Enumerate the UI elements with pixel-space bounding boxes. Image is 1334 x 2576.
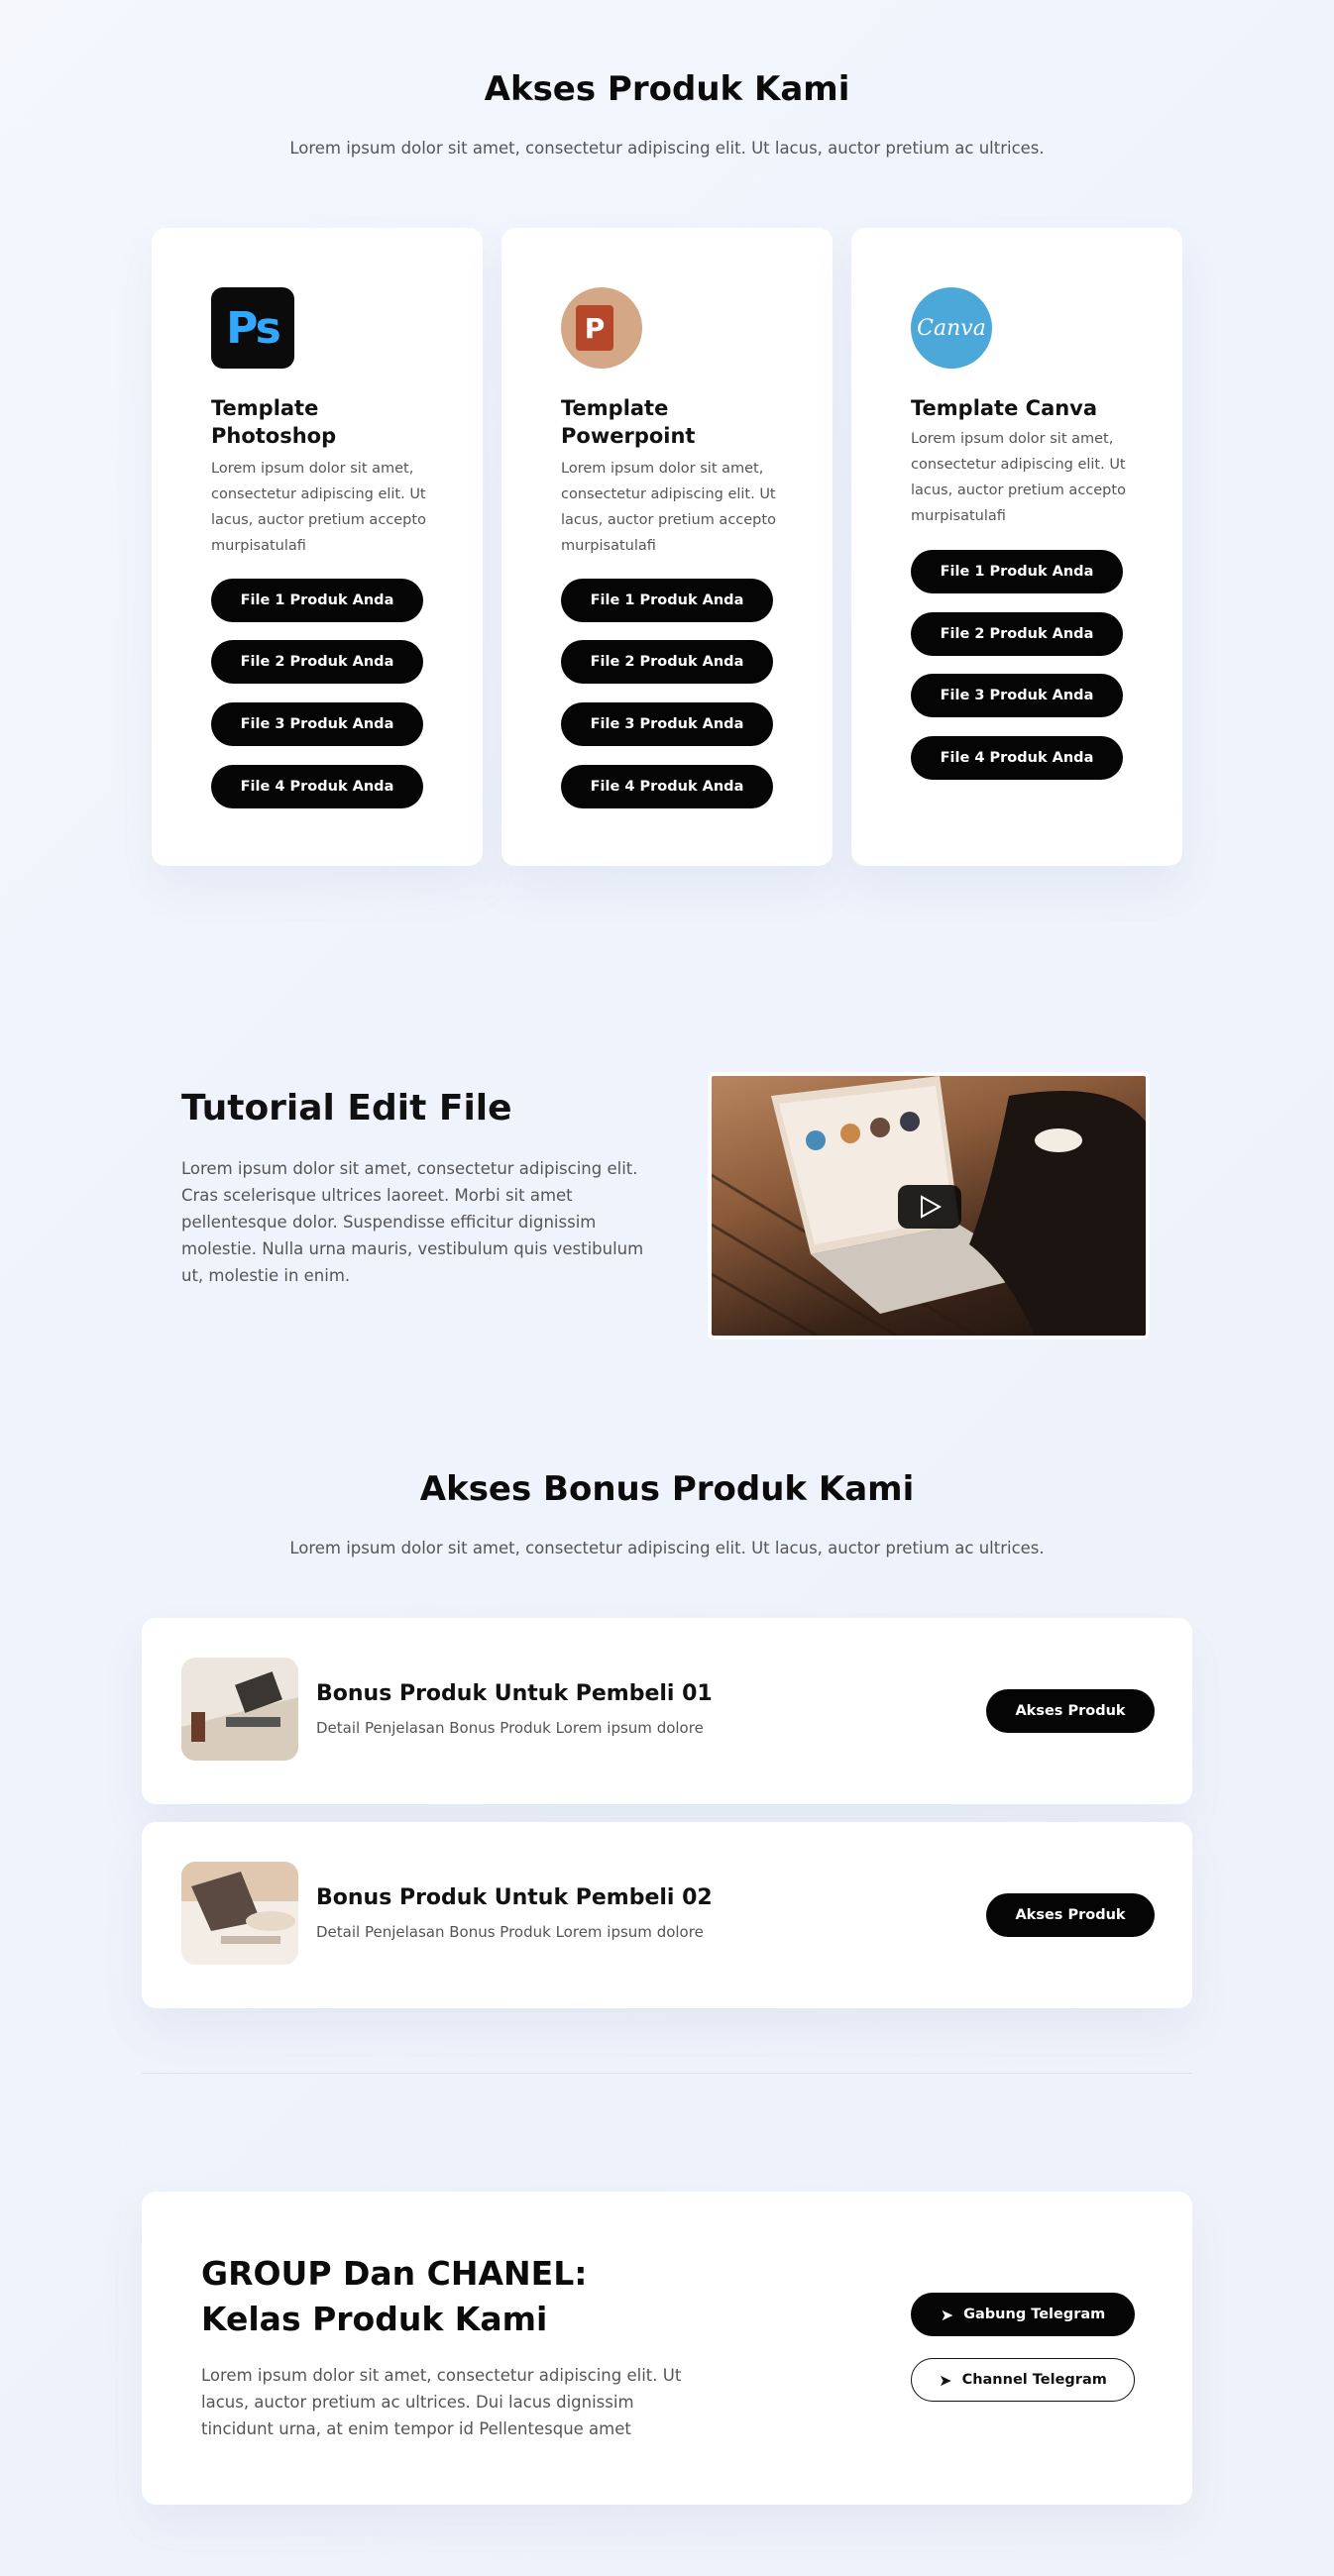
video-thumbnail-image	[712, 1076, 1146, 1336]
file-2-button[interactable]: File 2 Produk Anda	[561, 640, 773, 684]
canva-icon: Canva	[911, 287, 992, 369]
photoshop-icon: Ps	[211, 287, 294, 369]
play-button-icon	[898, 1185, 961, 1229]
product-description: Lorem ipsum dolor sit amet, consectetur …	[911, 431, 1126, 524]
bonus-title: Bonus Produk Untuk Pembeli 01	[316, 1681, 713, 1706]
file-1-button[interactable]: File 1 Produk Anda	[911, 550, 1123, 593]
bonus-title: Bonus Produk Untuk Pembeli 02	[316, 1885, 713, 1910]
channel-telegram-label: Channel Telegram	[961, 2372, 1107, 2388]
products-section-subtitle: Lorem ipsum dolor sit amet, consectetur …	[289, 139, 1045, 158]
file-2-button[interactable]: File 2 Produk Anda	[211, 640, 423, 684]
product-description: Lorem ipsum dolor sit amet, consectetur …	[211, 461, 426, 554]
telegram-icon: ➤	[940, 2305, 954, 2324]
bonus-description: Detail Penjelasan Bonus Produk Lorem ips…	[316, 1719, 704, 1737]
telegram-icon: ➤	[939, 2370, 952, 2390]
product-card-powerpoint: P Template Powerpoint Lorem ipsum dolor …	[501, 228, 833, 866]
tutorial-description: Lorem ipsum dolor sit amet, consectetur …	[181, 1159, 644, 1285]
product-description: Lorem ipsum dolor sit amet, consectetur …	[561, 461, 776, 554]
join-telegram-button[interactable]: ➤ Gabung Telegram	[911, 2293, 1135, 2336]
file-4-button[interactable]: File 4 Produk Anda	[911, 736, 1123, 780]
product-title: Template Powerpoint	[561, 396, 696, 448]
bonus-description: Detail Penjelasan Bonus Produk Lorem ips…	[316, 1923, 704, 1941]
product-title: Template Canva	[911, 396, 1098, 420]
group-title-line1: GROUP Dan CHANEL:	[201, 2254, 588, 2293]
bonus-section-title: Akses Bonus Produk Kami	[419, 1469, 915, 1509]
file-1-button[interactable]: File 1 Produk Anda	[211, 579, 423, 622]
group-description: Lorem ipsum dolor sit amet, consectetur …	[201, 2366, 682, 2438]
file-3-button[interactable]: File 3 Produk Anda	[561, 702, 773, 746]
file-3-button[interactable]: File 3 Produk Anda	[211, 702, 423, 746]
tutorial-video[interactable]	[708, 1072, 1150, 1340]
file-1-button[interactable]: File 1 Produk Anda	[561, 579, 773, 622]
products-section-title: Akses Produk Kami	[484, 69, 850, 109]
product-card-photoshop: Ps Template Photoshop Lorem ipsum dolor …	[152, 228, 483, 866]
file-4-button[interactable]: File 4 Produk Anda	[211, 765, 423, 808]
tutorial-title: Tutorial Edit File	[181, 1088, 512, 1128]
bonus-thumbnail-image	[181, 1862, 298, 1965]
bonus-section-subtitle: Lorem ipsum dolor sit amet, consectetur …	[289, 1539, 1045, 1557]
bonus-thumbnail-image	[181, 1658, 298, 1761]
group-title: GROUP Dan CHANEL: Kelas Produk Kami	[201, 2251, 697, 2342]
file-2-button[interactable]: File 2 Produk Anda	[911, 612, 1123, 656]
powerpoint-icon-letter: P	[576, 305, 613, 351]
product-title: Template Photoshop	[211, 396, 337, 448]
access-product-button[interactable]: Akses Produk	[986, 1893, 1155, 1937]
access-product-button[interactable]: Akses Produk	[986, 1689, 1155, 1733]
powerpoint-icon: P	[561, 287, 642, 369]
channel-telegram-button[interactable]: ➤ Channel Telegram	[911, 2358, 1135, 2402]
product-card-canva: Canva Template Canva Lorem ipsum dolor s…	[851, 228, 1182, 866]
file-3-button[interactable]: File 3 Produk Anda	[911, 674, 1123, 717]
group-channel-card: GROUP Dan CHANEL: Kelas Produk Kami Lore…	[142, 2192, 1192, 2505]
file-4-button[interactable]: File 4 Produk Anda	[561, 765, 773, 808]
bonus-card-01: Bonus Produk Untuk Pembeli 01 Detail Pen…	[142, 1618, 1192, 1804]
bonus-card-02: Bonus Produk Untuk Pembeli 02 Detail Pen…	[142, 1822, 1192, 2008]
section-divider	[142, 2073, 1192, 2074]
join-telegram-label: Gabung Telegram	[963, 2307, 1106, 2322]
group-title-line2: Kelas Produk Kami	[201, 2300, 548, 2338]
